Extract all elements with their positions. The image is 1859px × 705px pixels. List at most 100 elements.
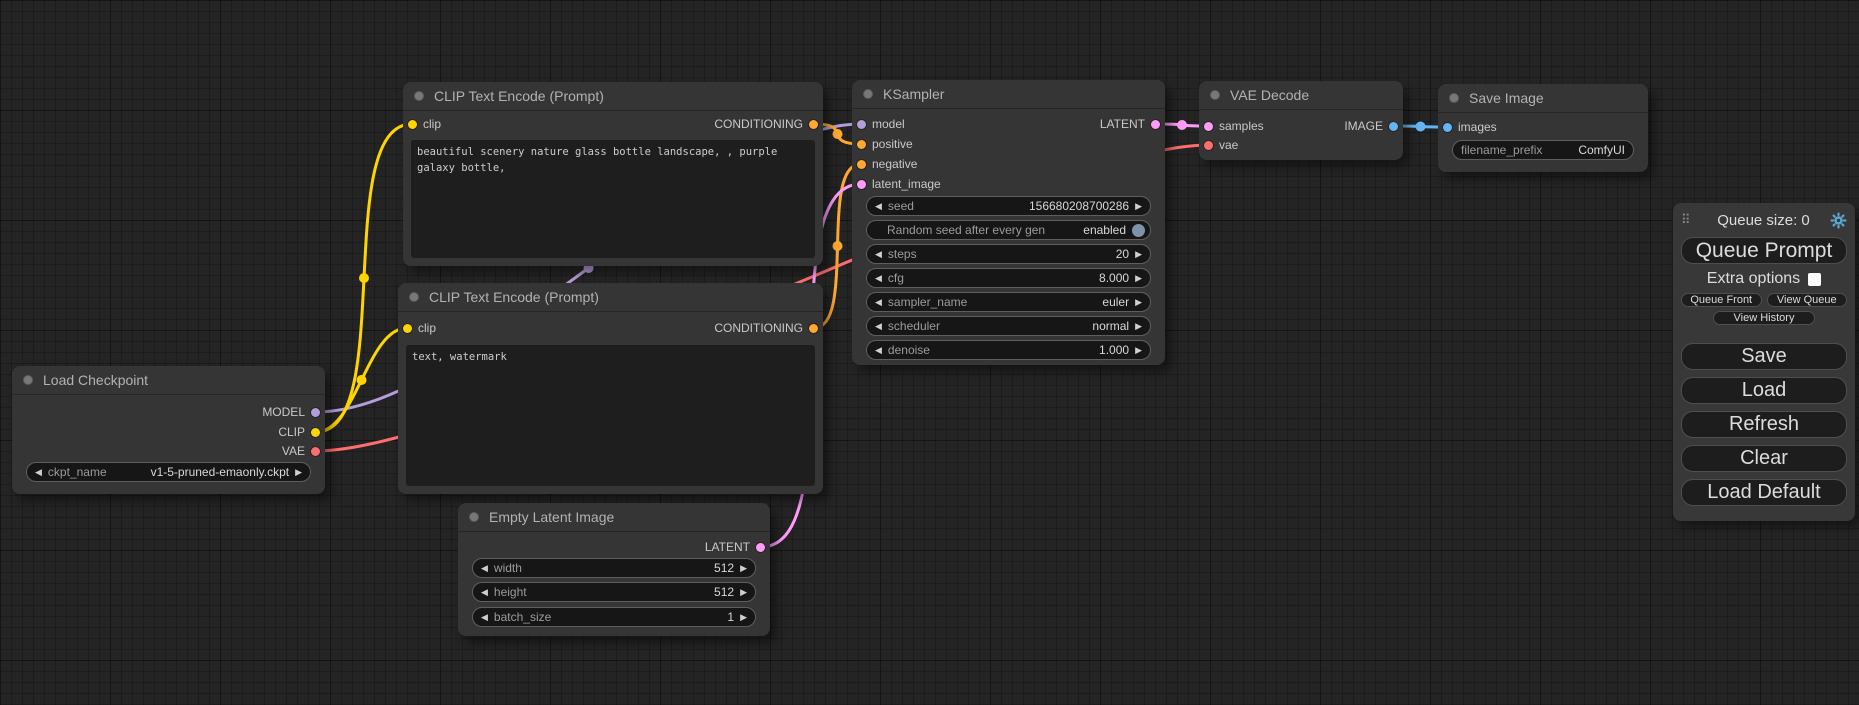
load-checkpoint-ckpt_name-widget[interactable]: ◀ckpt_namev1-5-pruned-emaonly.ckpt▶ bbox=[26, 462, 311, 482]
toggle-dot-icon[interactable] bbox=[1132, 224, 1145, 237]
stepper-right-icon[interactable]: ▶ bbox=[1135, 249, 1142, 260]
output-port-dot-icon[interactable] bbox=[1151, 120, 1160, 129]
ksampler-cfg-widget[interactable]: ◀cfg8.000▶ bbox=[866, 268, 1151, 288]
input-port-dot-icon[interactable] bbox=[857, 140, 866, 149]
output-port-dot-icon[interactable] bbox=[756, 543, 765, 552]
stepper-right-icon[interactable]: ▶ bbox=[740, 563, 747, 574]
input-port-dot-icon[interactable] bbox=[1204, 122, 1213, 131]
input-port-dot-icon[interactable] bbox=[1443, 123, 1452, 132]
stepper-left-icon[interactable]: ◀ bbox=[875, 249, 882, 260]
save-image-node[interactable]: Save Image images filename_prefixComfyUI bbox=[1438, 84, 1648, 172]
ksampler-seed-widget[interactable]: ◀seed156680208700286▶ bbox=[866, 196, 1151, 216]
stepper-right-icon[interactable]: ▶ bbox=[740, 612, 747, 623]
refresh-button[interactable]: Refresh bbox=[1681, 411, 1847, 438]
clip-encode-positive-output-conditioning[interactable]: CONDITIONING bbox=[714, 114, 818, 134]
clip-encode-positive-header[interactable]: CLIP Text Encode (Prompt) bbox=[403, 82, 823, 111]
ksampler-input-model[interactable]: model bbox=[857, 114, 905, 134]
clip-encode-positive-node[interactable]: CLIP Text Encode (Prompt) clip CONDITIONIN… bbox=[403, 82, 823, 266]
vae-decode-input-vae[interactable]: vae bbox=[1204, 135, 1238, 155]
stepper-right-icon[interactable]: ▶ bbox=[1135, 297, 1142, 308]
extra-options-checkbox[interactable] bbox=[1808, 273, 1821, 286]
ksampler-steps-widget[interactable]: ◀steps20▶ bbox=[866, 244, 1151, 264]
clip-encode-negative-header[interactable]: CLIP Text Encode (Prompt) bbox=[398, 283, 823, 312]
empty-latent-image-node[interactable]: Empty Latent Image LATENT◀width512▶ ◀heigh… bbox=[458, 503, 770, 636]
collapse-dot-icon[interactable] bbox=[409, 292, 419, 302]
input-port-dot-icon[interactable] bbox=[403, 324, 412, 333]
stepper-right-icon[interactable]: ▶ bbox=[1135, 345, 1142, 356]
ksampler-scheduler-widget[interactable]: ◀schedulernormal▶ bbox=[866, 316, 1151, 336]
clip-encode-negative-prompt-textarea[interactable]: text, watermark bbox=[406, 345, 815, 486]
stepper-right-icon[interactable]: ▶ bbox=[1135, 201, 1142, 212]
output-port-dot-icon[interactable] bbox=[311, 447, 320, 456]
ksampler-sampler_name-widget[interactable]: ◀sampler_nameeuler▶ bbox=[866, 292, 1151, 312]
collapse-dot-icon[interactable] bbox=[1210, 90, 1220, 100]
save-button[interactable]: Save bbox=[1681, 343, 1847, 370]
stepper-right-icon[interactable]: ▶ bbox=[1135, 321, 1142, 332]
stepper-left-icon[interactable]: ◀ bbox=[875, 201, 882, 212]
save-image-filename_prefix-widget[interactable]: filename_prefixComfyUI bbox=[1452, 140, 1634, 160]
stepper-right-icon[interactable]: ▶ bbox=[740, 587, 747, 598]
input-port-dot-icon[interactable] bbox=[1204, 141, 1213, 150]
input-port-dot-icon[interactable] bbox=[857, 180, 866, 189]
ksampler-input-positive[interactable]: positive bbox=[857, 134, 913, 154]
ksampler-random-seed-after-every-gen-widget[interactable]: Random seed after every genenabled bbox=[866, 220, 1151, 240]
stepper-left-icon[interactable]: ◀ bbox=[35, 467, 42, 478]
stepper-right-icon[interactable]: ▶ bbox=[1135, 273, 1142, 284]
clip-encode-negative-output-conditioning[interactable]: CONDITIONING bbox=[714, 318, 818, 338]
ksampler-node[interactable]: KSampler modelpositivenegativelatent_imag… bbox=[852, 80, 1165, 365]
ksampler-header[interactable]: KSampler bbox=[852, 80, 1165, 109]
collapse-dot-icon[interactable] bbox=[863, 89, 873, 99]
load-default-button[interactable]: Load Default bbox=[1681, 479, 1847, 506]
input-port-dot-icon[interactable] bbox=[408, 120, 417, 129]
save-image-header[interactable]: Save Image bbox=[1438, 84, 1648, 113]
vae-decode-output-image[interactable]: IMAGE bbox=[1344, 116, 1398, 136]
output-port-dot-icon[interactable] bbox=[311, 408, 320, 417]
node-graph-canvas[interactable]: Load Checkpoint MODELCLIPVAE◀ckpt_namev1-… bbox=[0, 0, 1859, 705]
ksampler-denoise-widget[interactable]: ◀denoise1.000▶ bbox=[866, 340, 1151, 360]
view-queue-button[interactable]: View Queue bbox=[1767, 293, 1848, 307]
stepper-left-icon[interactable]: ◀ bbox=[875, 345, 882, 356]
load-checkpoint-header[interactable]: Load Checkpoint bbox=[12, 366, 325, 395]
stepper-left-icon[interactable]: ◀ bbox=[481, 612, 488, 623]
stepper-right-icon[interactable]: ▶ bbox=[295, 467, 302, 478]
load-checkpoint-output-model[interactable]: MODEL bbox=[262, 402, 320, 422]
input-port-dot-icon[interactable] bbox=[857, 120, 866, 129]
stepper-left-icon[interactable]: ◀ bbox=[875, 297, 882, 308]
queue-front-button[interactable]: Queue Front bbox=[1681, 293, 1762, 307]
empty-latent-image-header[interactable]: Empty Latent Image bbox=[458, 503, 770, 532]
ksampler-output-latent[interactable]: LATENT bbox=[1100, 114, 1160, 134]
queue-prompt-button[interactable]: Queue Prompt bbox=[1681, 237, 1847, 264]
stepper-left-icon[interactable]: ◀ bbox=[481, 563, 488, 574]
collapse-dot-icon[interactable] bbox=[469, 512, 479, 522]
view-history-button[interactable]: View History bbox=[1713, 311, 1816, 325]
clip-encode-negative-input-clip[interactable]: clip bbox=[403, 318, 436, 338]
clip-encode-positive-input-clip[interactable]: clip bbox=[408, 114, 441, 134]
save-image-input-images[interactable]: images bbox=[1443, 117, 1497, 137]
vae-decode-node[interactable]: VAE Decode samplesvae IMAGE bbox=[1199, 81, 1403, 160]
ksampler-input-negative[interactable]: negative bbox=[857, 154, 917, 174]
collapse-dot-icon[interactable] bbox=[414, 91, 424, 101]
clip-encode-positive-prompt-textarea[interactable]: beautiful scenery nature glass bottle la… bbox=[411, 140, 815, 258]
ksampler-input-latent_image[interactable]: latent_image bbox=[857, 174, 941, 194]
input-port-dot-icon[interactable] bbox=[857, 160, 866, 169]
empty-latent-image-width-widget[interactable]: ◀width512▶ bbox=[472, 558, 756, 578]
output-port-dot-icon[interactable] bbox=[809, 120, 818, 129]
vae-decode-header[interactable]: VAE Decode bbox=[1199, 81, 1403, 110]
collapse-dot-icon[interactable] bbox=[1449, 93, 1459, 103]
clip-encode-negative-node[interactable]: CLIP Text Encode (Prompt) clip CONDITIONIN… bbox=[398, 283, 823, 494]
settings-gear-icon[interactable] bbox=[1830, 212, 1847, 229]
stepper-left-icon[interactable]: ◀ bbox=[481, 587, 488, 598]
load-checkpoint-output-vae[interactable]: VAE bbox=[282, 441, 320, 461]
empty-latent-image-height-widget[interactable]: ◀height512▶ bbox=[472, 582, 756, 602]
stepper-left-icon[interactable]: ◀ bbox=[875, 273, 882, 284]
stepper-left-icon[interactable]: ◀ bbox=[875, 321, 882, 332]
output-port-dot-icon[interactable] bbox=[1389, 122, 1398, 131]
empty-latent-image-output-latent[interactable]: LATENT bbox=[705, 537, 765, 557]
output-port-dot-icon[interactable] bbox=[809, 324, 818, 333]
output-port-dot-icon[interactable] bbox=[311, 428, 320, 437]
drag-handle-icon[interactable]: ⠿ bbox=[1681, 212, 1697, 228]
load-checkpoint-output-clip[interactable]: CLIP bbox=[278, 422, 320, 442]
empty-latent-image-batch_size-widget[interactable]: ◀batch_size1▶ bbox=[472, 607, 756, 627]
load-checkpoint-node[interactable]: Load Checkpoint MODELCLIPVAE◀ckpt_namev1-… bbox=[12, 366, 325, 494]
vae-decode-input-samples[interactable]: samples bbox=[1204, 116, 1264, 136]
